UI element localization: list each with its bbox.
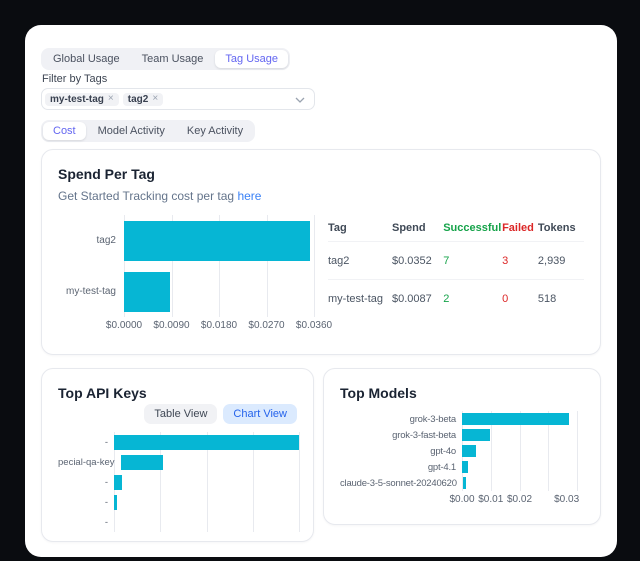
- tab-tag-usage[interactable]: Tag Usage: [215, 50, 288, 68]
- x-axis: $0.0000 $0.0090 $0.0180 $0.0270 $0.0360: [124, 317, 314, 333]
- chart-row: my-test-tag: [58, 266, 314, 317]
- y-axis-label: grok-3-beta: [340, 414, 462, 425]
- view-toggle: Table View Chart View: [58, 404, 297, 424]
- chart-row: gpt-4o: [340, 443, 577, 459]
- x-tick-label: $0.0000: [106, 320, 142, 331]
- cell-spend: $0.0352: [392, 255, 443, 267]
- chart-row: -: [58, 512, 299, 532]
- cell-tokens: 2,939: [538, 255, 584, 267]
- top-models-card: Top Models grok-3-beta grok-3-fast-beta …: [323, 368, 601, 525]
- model-bar: [462, 461, 468, 473]
- subtitle-text: Get Started Tracking cost per tag: [58, 189, 234, 203]
- top-models-chart: grok-3-beta grok-3-fast-beta gpt-4o gpt-…: [340, 411, 577, 505]
- y-axis-label: -: [58, 497, 114, 508]
- chart-view-button[interactable]: Chart View: [223, 404, 297, 424]
- tab-key-activity[interactable]: Key Activity: [177, 122, 253, 140]
- model-bar: [462, 445, 476, 457]
- cell-tag: my-test-tag: [328, 293, 392, 305]
- tag-chip-label: my-test-tag: [50, 94, 104, 105]
- y-axis-label: -: [58, 517, 114, 528]
- x-tick-label: $0.0360: [296, 320, 332, 331]
- chart-row: -: [58, 432, 299, 452]
- bar-my-test-tag: [124, 272, 170, 312]
- model-bar: [463, 477, 466, 489]
- remove-tag-icon[interactable]: ×: [152, 94, 158, 104]
- spend-per-tag-chart: tag2 my-test-tag $0.0000 $0.0090 $0.0180…: [58, 215, 314, 333]
- y-axis-label: tag2: [58, 235, 124, 246]
- tab-cost[interactable]: Cost: [43, 122, 86, 140]
- api-key-bar: [114, 435, 299, 450]
- chart-row: grok-3-fast-beta: [340, 427, 577, 443]
- col-header-tag: Tag: [328, 222, 392, 234]
- y-axis-label: gpt-4.1: [340, 462, 462, 473]
- usage-dashboard-panel: Global Usage Team Usage Tag Usage Filter…: [25, 25, 617, 557]
- bar-tag2: [124, 221, 310, 261]
- tag-chip: my-test-tag ×: [45, 93, 119, 106]
- x-tick-label: $0.0270: [248, 320, 284, 331]
- chart-row: tag2: [58, 215, 314, 266]
- table-row: my-test-tag $0.0087 2 0 518: [328, 279, 584, 317]
- tab-global-usage[interactable]: Global Usage: [43, 50, 130, 68]
- x-tick-label: $0.0180: [201, 320, 237, 331]
- y-axis-label: -: [58, 477, 114, 488]
- top-api-keys-chart: - pecial-qa-key - - -: [58, 432, 299, 532]
- chart-row: pecial-qa-key: [58, 452, 299, 472]
- tag-chip: tag2 ×: [123, 93, 163, 106]
- tag-chip-label: tag2: [128, 94, 149, 105]
- model-bar: [462, 413, 569, 425]
- chart-row: -: [58, 472, 299, 492]
- y-axis-label: claude-3-5-sonnet-20240620: [340, 478, 463, 489]
- chevron-down-icon[interactable]: [295, 97, 305, 103]
- x-tick-label: $0.0090: [153, 320, 189, 331]
- tab-team-usage[interactable]: Team Usage: [132, 50, 214, 68]
- cell-successful: 7: [443, 255, 502, 267]
- cell-tag: tag2: [328, 255, 392, 267]
- cell-spend: $0.0087: [392, 293, 443, 305]
- card-title: Top API Keys: [58, 385, 297, 401]
- top-api-keys-card: Top API Keys Table View Chart View - pec…: [41, 368, 314, 542]
- metric-tabs: Cost Model Activity Key Activity: [41, 120, 255, 142]
- x-tick-label: $0.03: [554, 494, 579, 505]
- remove-tag-icon[interactable]: ×: [108, 94, 114, 104]
- x-tick-label: $0.01: [478, 494, 503, 505]
- tab-model-activity[interactable]: Model Activity: [88, 122, 175, 140]
- col-header-failed: Failed: [502, 222, 538, 234]
- col-header-successful: Successful: [443, 222, 502, 234]
- y-axis-label: -: [58, 437, 114, 448]
- chart-row: grok-3-beta: [340, 411, 577, 427]
- chart-row: claude-3-5-sonnet-20240620: [340, 475, 577, 491]
- filter-by-tags-label: Filter by Tags: [42, 73, 107, 85]
- api-key-bar: [114, 475, 122, 490]
- model-bar: [462, 429, 490, 441]
- card-title: Spend Per Tag: [58, 166, 584, 182]
- card-title: Top Models: [340, 385, 584, 401]
- x-axis: $0.00 $0.01 $0.02 $0.03: [462, 491, 577, 505]
- card-subtitle: Get Started Tracking cost per tag here: [58, 189, 584, 203]
- y-axis-label: pecial-qa-key: [58, 457, 121, 468]
- usage-scope-tabs: Global Usage Team Usage Tag Usage: [41, 48, 290, 70]
- cell-failed: 3: [502, 255, 538, 267]
- cell-tokens: 518: [538, 293, 584, 305]
- y-axis-label: grok-3-fast-beta: [340, 430, 462, 441]
- api-key-bar: [121, 455, 164, 470]
- chart-row: -: [58, 492, 299, 512]
- y-axis-label: gpt-4o: [340, 446, 462, 457]
- spend-per-tag-table: Tag Spend Successful Failed Tokens tag2 …: [328, 215, 584, 333]
- cell-successful: 2: [443, 293, 502, 305]
- cell-failed: 0: [502, 293, 538, 305]
- chart-row: gpt-4.1: [340, 459, 577, 475]
- table-row: tag2 $0.0352 7 3 2,939: [328, 241, 584, 279]
- tag-filter-select[interactable]: my-test-tag × tag2 ×: [41, 88, 315, 110]
- col-header-spend: Spend: [392, 222, 443, 234]
- table-header-row: Tag Spend Successful Failed Tokens: [328, 215, 584, 241]
- table-view-button[interactable]: Table View: [144, 404, 217, 424]
- spend-per-tag-card: Spend Per Tag Get Started Tracking cost …: [41, 149, 601, 355]
- x-tick-label: $0.02: [507, 494, 532, 505]
- here-link[interactable]: here: [237, 189, 261, 203]
- y-axis-label: my-test-tag: [58, 286, 124, 297]
- x-tick-label: $0.00: [449, 494, 474, 505]
- col-header-tokens: Tokens: [538, 222, 584, 234]
- api-key-bar: [114, 495, 117, 510]
